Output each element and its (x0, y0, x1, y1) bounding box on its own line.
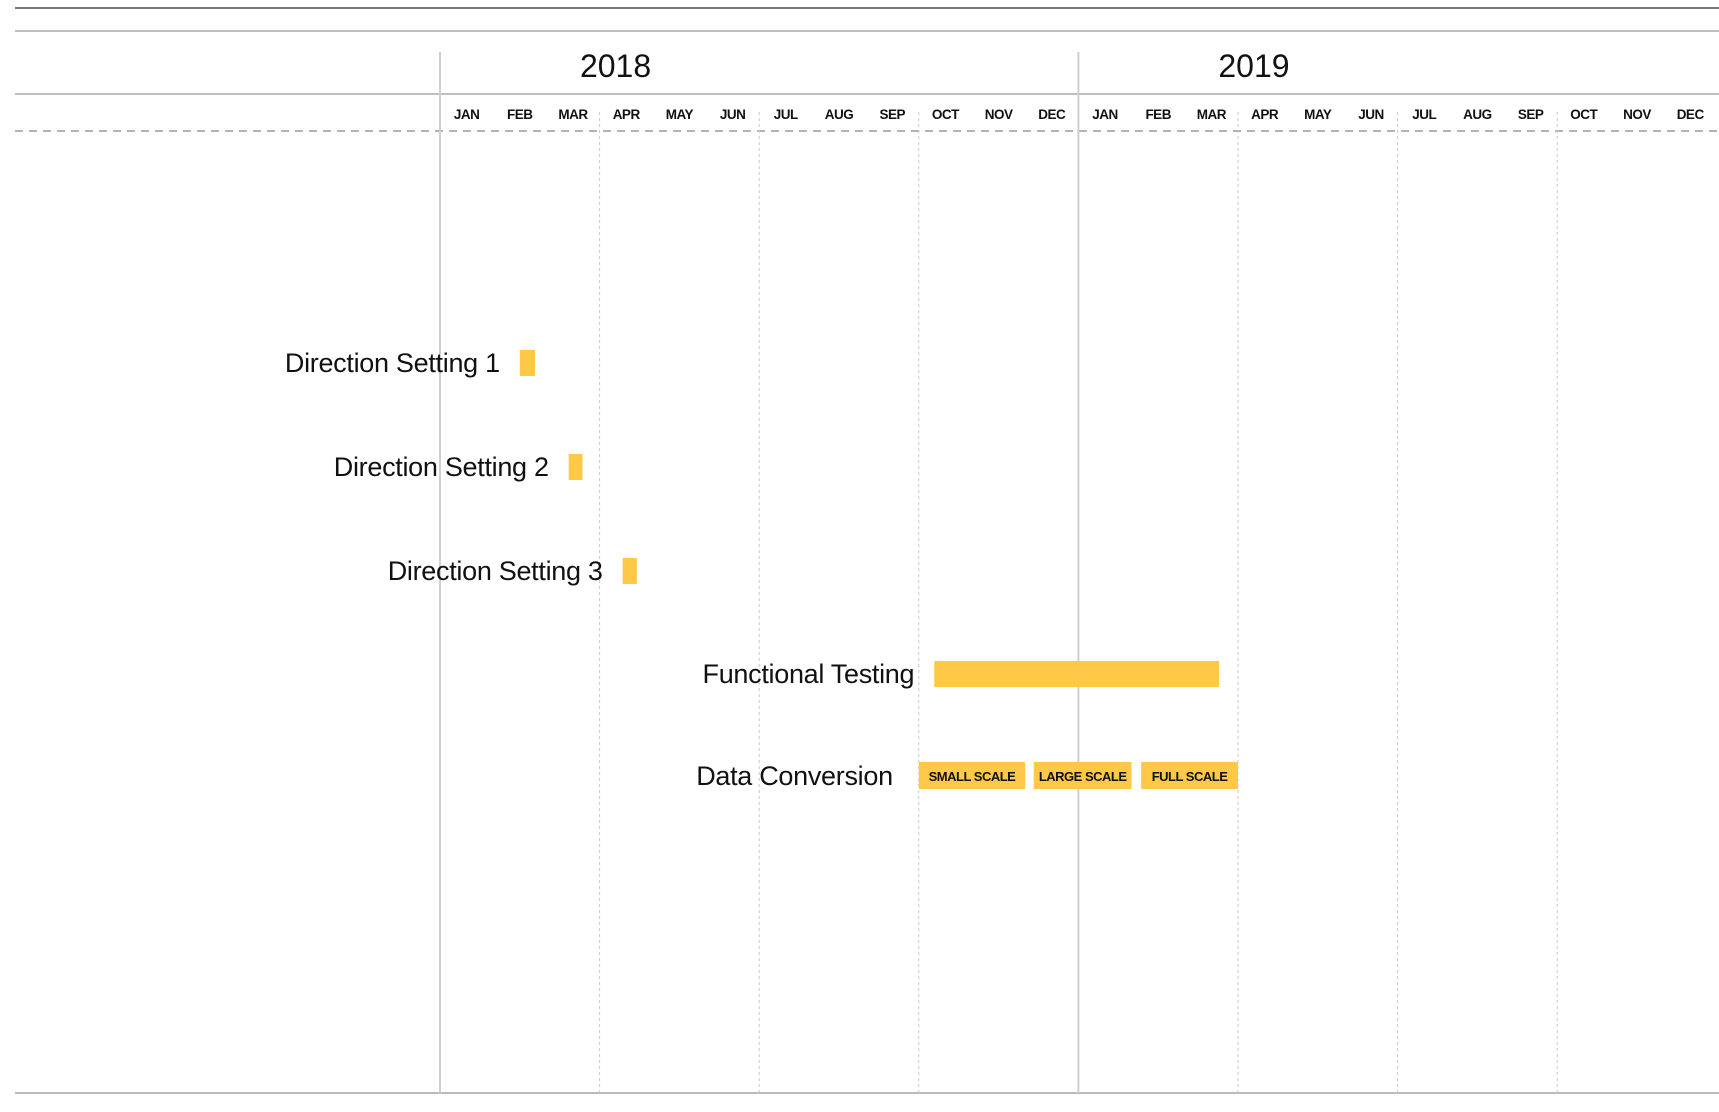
task-label: Functional Testing (703, 659, 915, 689)
month-label-jun: JUN (720, 107, 746, 122)
task-label: Data Conversion (696, 761, 893, 791)
month-label-sep: SEP (879, 107, 905, 122)
month-label-aug: AUG (825, 107, 854, 122)
month-label-jul: JUL (1412, 107, 1436, 122)
year-label-2018: 2018 (580, 48, 651, 84)
month-label-oct: OCT (932, 107, 960, 122)
month-label-jan: JAN (454, 107, 480, 122)
month-label-may: MAY (1304, 107, 1332, 122)
month-label-aug: AUG (1463, 107, 1492, 122)
task-segment-label: LARGE SCALE (1039, 769, 1128, 784)
month-label-apr: APR (1251, 107, 1279, 122)
task-bar (934, 661, 1220, 687)
task-label: Direction Setting 2 (334, 452, 549, 482)
month-label-mar: MAR (558, 107, 588, 122)
month-label-may: MAY (666, 107, 694, 122)
month-label-oct: OCT (1570, 107, 1598, 122)
year-label-2019: 2019 (1218, 48, 1289, 84)
month-label-dec: DEC (1677, 107, 1705, 122)
month-label-dec: DEC (1038, 107, 1066, 122)
month-label-nov: NOV (1623, 107, 1651, 122)
month-label-jan: JAN (1092, 107, 1118, 122)
gantt-chart-svg: 2018 2019 JAN FEB MAR APR MAY JUN JUL AUG SEP OCT NO… (15, 7, 1719, 1094)
month-label-feb: FEB (1145, 107, 1171, 122)
task-bar (622, 558, 637, 584)
gantt-chart: 2018 2019 JAN FEB MAR APR MAY JUN JUL AUG SEP OCT NO… (0, 0, 1719, 1107)
task-bar (519, 350, 535, 376)
task-bar (568, 454, 583, 480)
task-label: Direction Setting 1 (285, 348, 500, 378)
month-label-sep: SEP (1518, 107, 1544, 122)
month-label-jul: JUL (774, 107, 798, 122)
month-label-nov: NOV (985, 107, 1013, 122)
month-label-apr: APR (613, 107, 641, 122)
task-segment-label: SMALL SCALE (929, 769, 1017, 784)
month-label-mar: MAR (1197, 107, 1227, 122)
month-label-jun: JUN (1358, 107, 1384, 122)
task-segment-label: FULL SCALE (1152, 769, 1228, 784)
task-label: Direction Setting 3 (388, 556, 603, 586)
month-label-feb: FEB (507, 107, 533, 122)
